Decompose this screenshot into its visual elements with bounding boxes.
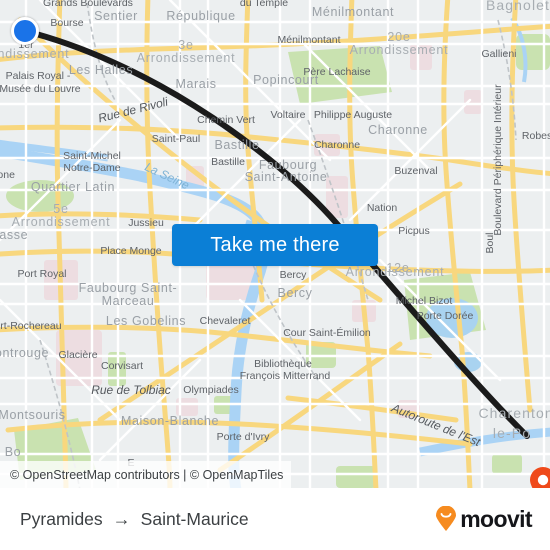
attribution-text: © OpenStreetMap contributors | © OpenMap… xyxy=(10,467,284,482)
map-canvas[interactable]: Grands Boulevards du Temple Bagnolet Sentie… xyxy=(0,0,550,488)
trip-destination: Saint-Maurice xyxy=(140,508,249,529)
take-me-there-label: Take me there xyxy=(210,233,340,256)
origin-marker[interactable] xyxy=(11,17,39,45)
trip-origin: Pyramides xyxy=(20,508,103,529)
arrow-right-icon: → xyxy=(112,509,131,529)
take-me-there-button[interactable]: Take me there xyxy=(172,224,378,266)
moovit-trip-map-screen: Grands Boulevards du Temple Bagnolet Sentie… xyxy=(0,0,550,550)
moovit-wordmark: moovit xyxy=(460,505,532,532)
moovit-logo[interactable]: moovit xyxy=(434,505,533,533)
map-attribution[interactable]: © OpenStreetMap contributors | © OpenMap… xyxy=(0,461,292,488)
footer-bar: Pyramides → Saint-Maurice moovit xyxy=(0,488,550,550)
map-pin-icon xyxy=(530,467,550,488)
trip-summary: Pyramides → Saint-Maurice xyxy=(20,509,249,530)
moovit-pin-icon xyxy=(436,506,457,531)
